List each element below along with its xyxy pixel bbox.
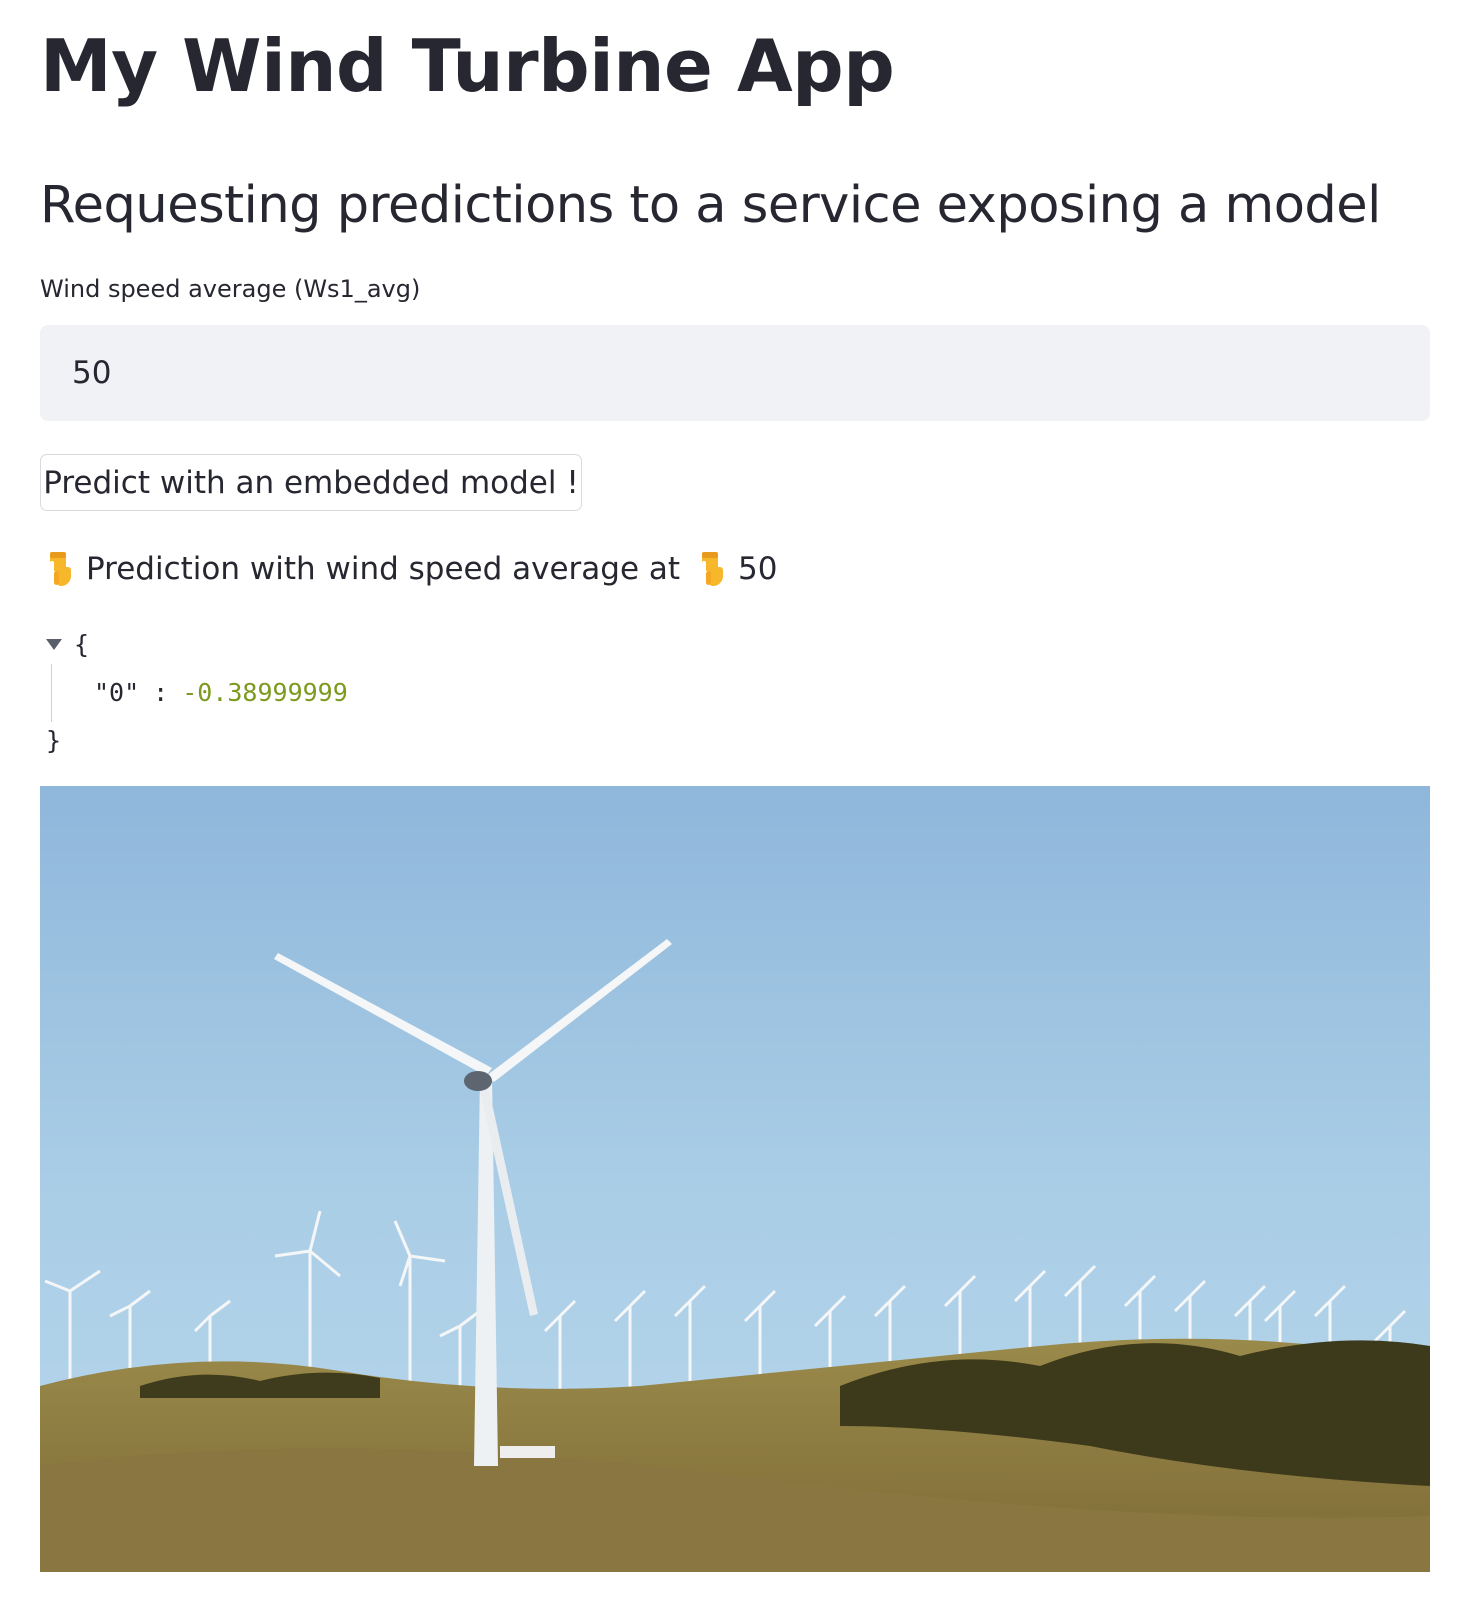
pointing-down-hand-icon — [40, 549, 76, 589]
prediction-result-text: Prediction with wind speed average at — [86, 551, 681, 587]
json-open-brace: { — [74, 630, 90, 659]
json-output: { "0" : -0.38999999 } — [40, 626, 348, 760]
pointing-down-hand-icon — [692, 549, 728, 589]
json-entry: "0" : -0.38999999 — [51, 664, 348, 722]
prediction-result-line: Prediction with wind speed average at 50 — [40, 546, 778, 592]
page-title: My Wind Turbine App — [40, 24, 895, 108]
json-key: "0" — [94, 678, 140, 707]
wind-speed-label: Wind speed average (Ws1_avg) — [40, 275, 421, 303]
collapse-triangle-icon[interactable] — [46, 638, 62, 650]
prediction-input-value: 50 — [738, 551, 778, 587]
predict-button[interactable]: Predict with an embedded model ! — [40, 454, 582, 511]
page-subtitle: Requesting predictions to a service expo… — [40, 176, 1381, 235]
wind-farm-image — [40, 786, 1430, 1572]
wind-speed-input[interactable] — [40, 325, 1430, 421]
json-colon: : — [153, 678, 169, 707]
json-value: -0.38999999 — [182, 678, 348, 707]
json-close-line: } — [40, 722, 348, 760]
json-open-line: { — [40, 626, 348, 664]
json-close-brace: } — [46, 726, 62, 755]
